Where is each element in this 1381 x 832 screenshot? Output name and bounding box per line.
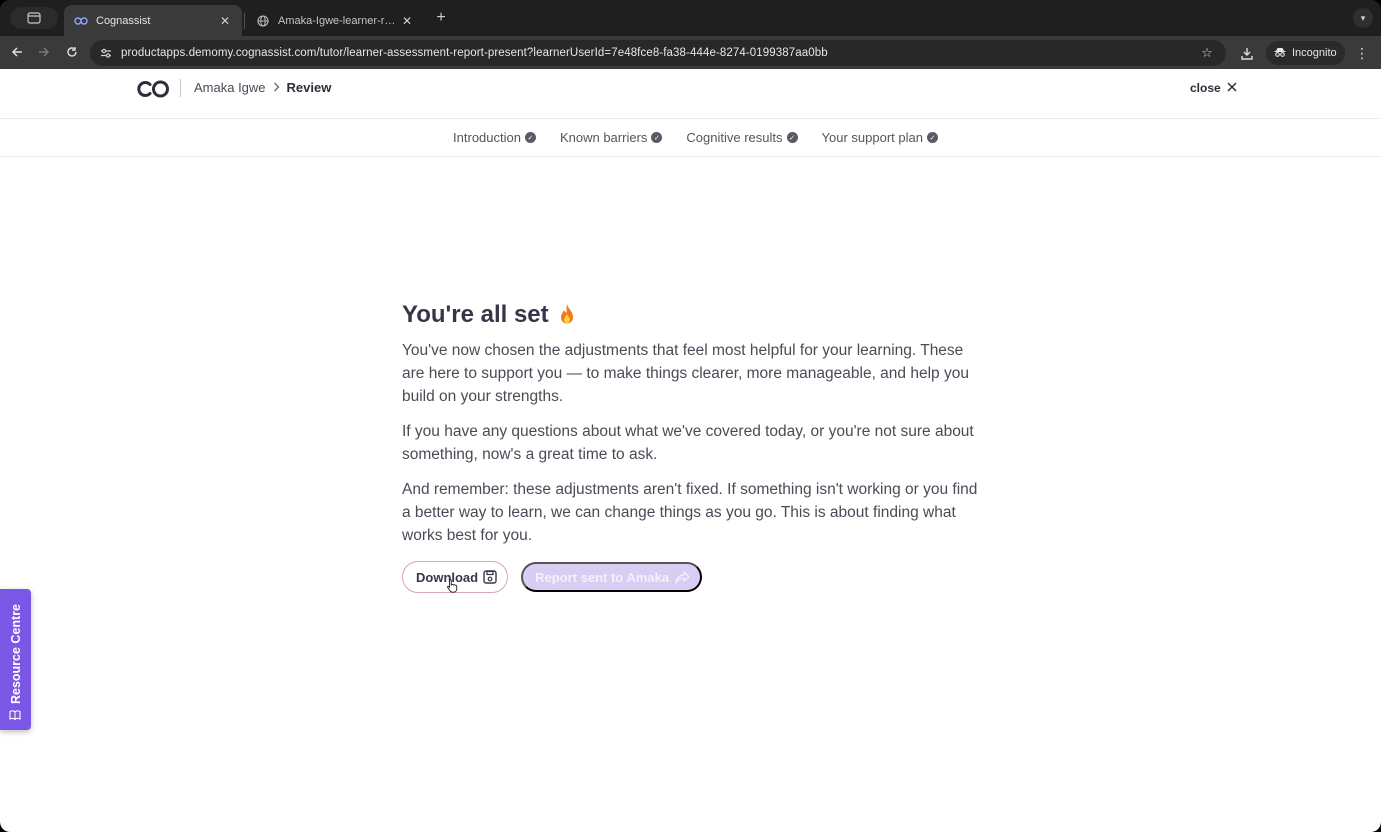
incognito-icon	[1274, 47, 1286, 60]
cognassist-favicon-icon	[74, 14, 88, 28]
download-button[interactable]: Download	[402, 561, 509, 593]
incognito-label: Incognito	[1292, 47, 1337, 59]
body-paragraph: And remember: these adjustments aren't f…	[402, 481, 978, 544]
progress-steps: Introduction ✓ Known barriers ✓ Cognitiv…	[0, 119, 1381, 157]
tab-separator	[244, 13, 245, 29]
fire-icon	[560, 304, 573, 324]
save-icon	[483, 570, 497, 584]
download-icon[interactable]	[1237, 43, 1257, 63]
close-button[interactable]: close	[1190, 80, 1237, 95]
step-label: Cognitive results	[686, 130, 783, 145]
step-known-barriers[interactable]: Known barriers ✓	[559, 130, 663, 145]
step-label: Known barriers	[559, 130, 648, 145]
step-label: Introduction	[453, 130, 521, 145]
tab-title: Amaka-Igwe-learner-report.pdf	[278, 14, 400, 27]
tab-cognassist[interactable]: Cognassist ✕	[64, 5, 242, 36]
report-sent-label: Report sent to Amaka	[535, 569, 669, 585]
forward-arrow-icon[interactable]	[34, 42, 54, 62]
share-icon	[675, 570, 690, 584]
body-paragraph: If you have any questions about what we'…	[402, 423, 974, 463]
step-support-plan[interactable]: Your support plan ✓	[822, 130, 938, 145]
breadcrumb-current: Review	[286, 80, 332, 95]
check-circle-icon: ✓	[524, 132, 536, 143]
back-arrow-icon[interactable]	[7, 42, 27, 62]
breadcrumb-learner[interactable]: Amaka Igwe	[194, 80, 266, 95]
browser-window: Cognassist ✕ Amaka-Igwe-learner-report.p…	[0, 0, 1381, 832]
site-settings-icon[interactable]	[95, 42, 117, 64]
more-menu-icon[interactable]: ⋮	[1352, 43, 1372, 63]
breadcrumb: Amaka Igwe Review	[194, 80, 331, 95]
step-introduction[interactable]: Introduction ✓	[453, 130, 536, 145]
report-sent-button[interactable]: Report sent to Amaka	[521, 562, 702, 592]
check-circle-icon: ✓	[651, 132, 663, 143]
app-header: Amaka Igwe Review close	[0, 69, 1381, 119]
resource-centre-label: Resource Centre	[8, 603, 23, 704]
close-label: close	[1190, 80, 1221, 95]
close-icon	[1227, 80, 1237, 95]
chevron-down-icon[interactable]: ▾	[1353, 8, 1373, 28]
action-buttons: Download Report sent to Amaka	[402, 561, 1002, 593]
step-cognitive-results[interactable]: Cognitive results ✓	[686, 130, 798, 145]
url-text: productapps.demomy.cognassist.com/tutor/…	[121, 47, 828, 59]
resource-centre-tab[interactable]: Resource Centre	[0, 589, 31, 730]
header-divider	[180, 79, 181, 97]
tab-pdf-report[interactable]: Amaka-Igwe-learner-report.pdf ✕	[246, 5, 424, 36]
check-circle-icon: ✓	[926, 132, 938, 143]
hand-cursor-icon	[447, 579, 458, 593]
address-bar[interactable]: productapps.demomy.cognassist.com/tutor/…	[90, 40, 1226, 66]
tab-close-icon[interactable]: ✕	[400, 14, 414, 28]
tab-close-icon[interactable]: ✕	[218, 14, 232, 28]
chevron-right-icon	[273, 81, 280, 95]
cognassist-logo-icon[interactable]	[137, 79, 171, 99]
step-label: Your support plan	[821, 130, 923, 145]
completion-panel: You're all set You've now chosen the adj…	[402, 299, 1002, 593]
tab-search-icon[interactable]	[10, 7, 58, 29]
tab-title: Cognassist	[96, 14, 151, 27]
page-title-text: You're all set	[402, 301, 549, 328]
globe-icon	[256, 14, 270, 28]
page-viewport: Amaka Igwe Review close Introduction ✓ K…	[0, 69, 1381, 832]
bookmark-star-icon[interactable]: ☆	[1198, 44, 1216, 62]
reload-icon[interactable]	[62, 42, 82, 62]
check-circle-icon: ✓	[786, 132, 798, 143]
tab-strip: Cognassist ✕ Amaka-Igwe-learner-report.p…	[0, 0, 1381, 36]
page-title: You're all set	[402, 299, 1002, 331]
incognito-badge[interactable]: Incognito	[1266, 41, 1345, 65]
body-paragraph: You've now chosen the adjustments that f…	[402, 342, 969, 405]
book-icon	[9, 710, 21, 721]
new-tab-icon[interactable]: +	[432, 9, 450, 27]
browser-toolbar: productapps.demomy.cognassist.com/tutor/…	[0, 36, 1381, 69]
